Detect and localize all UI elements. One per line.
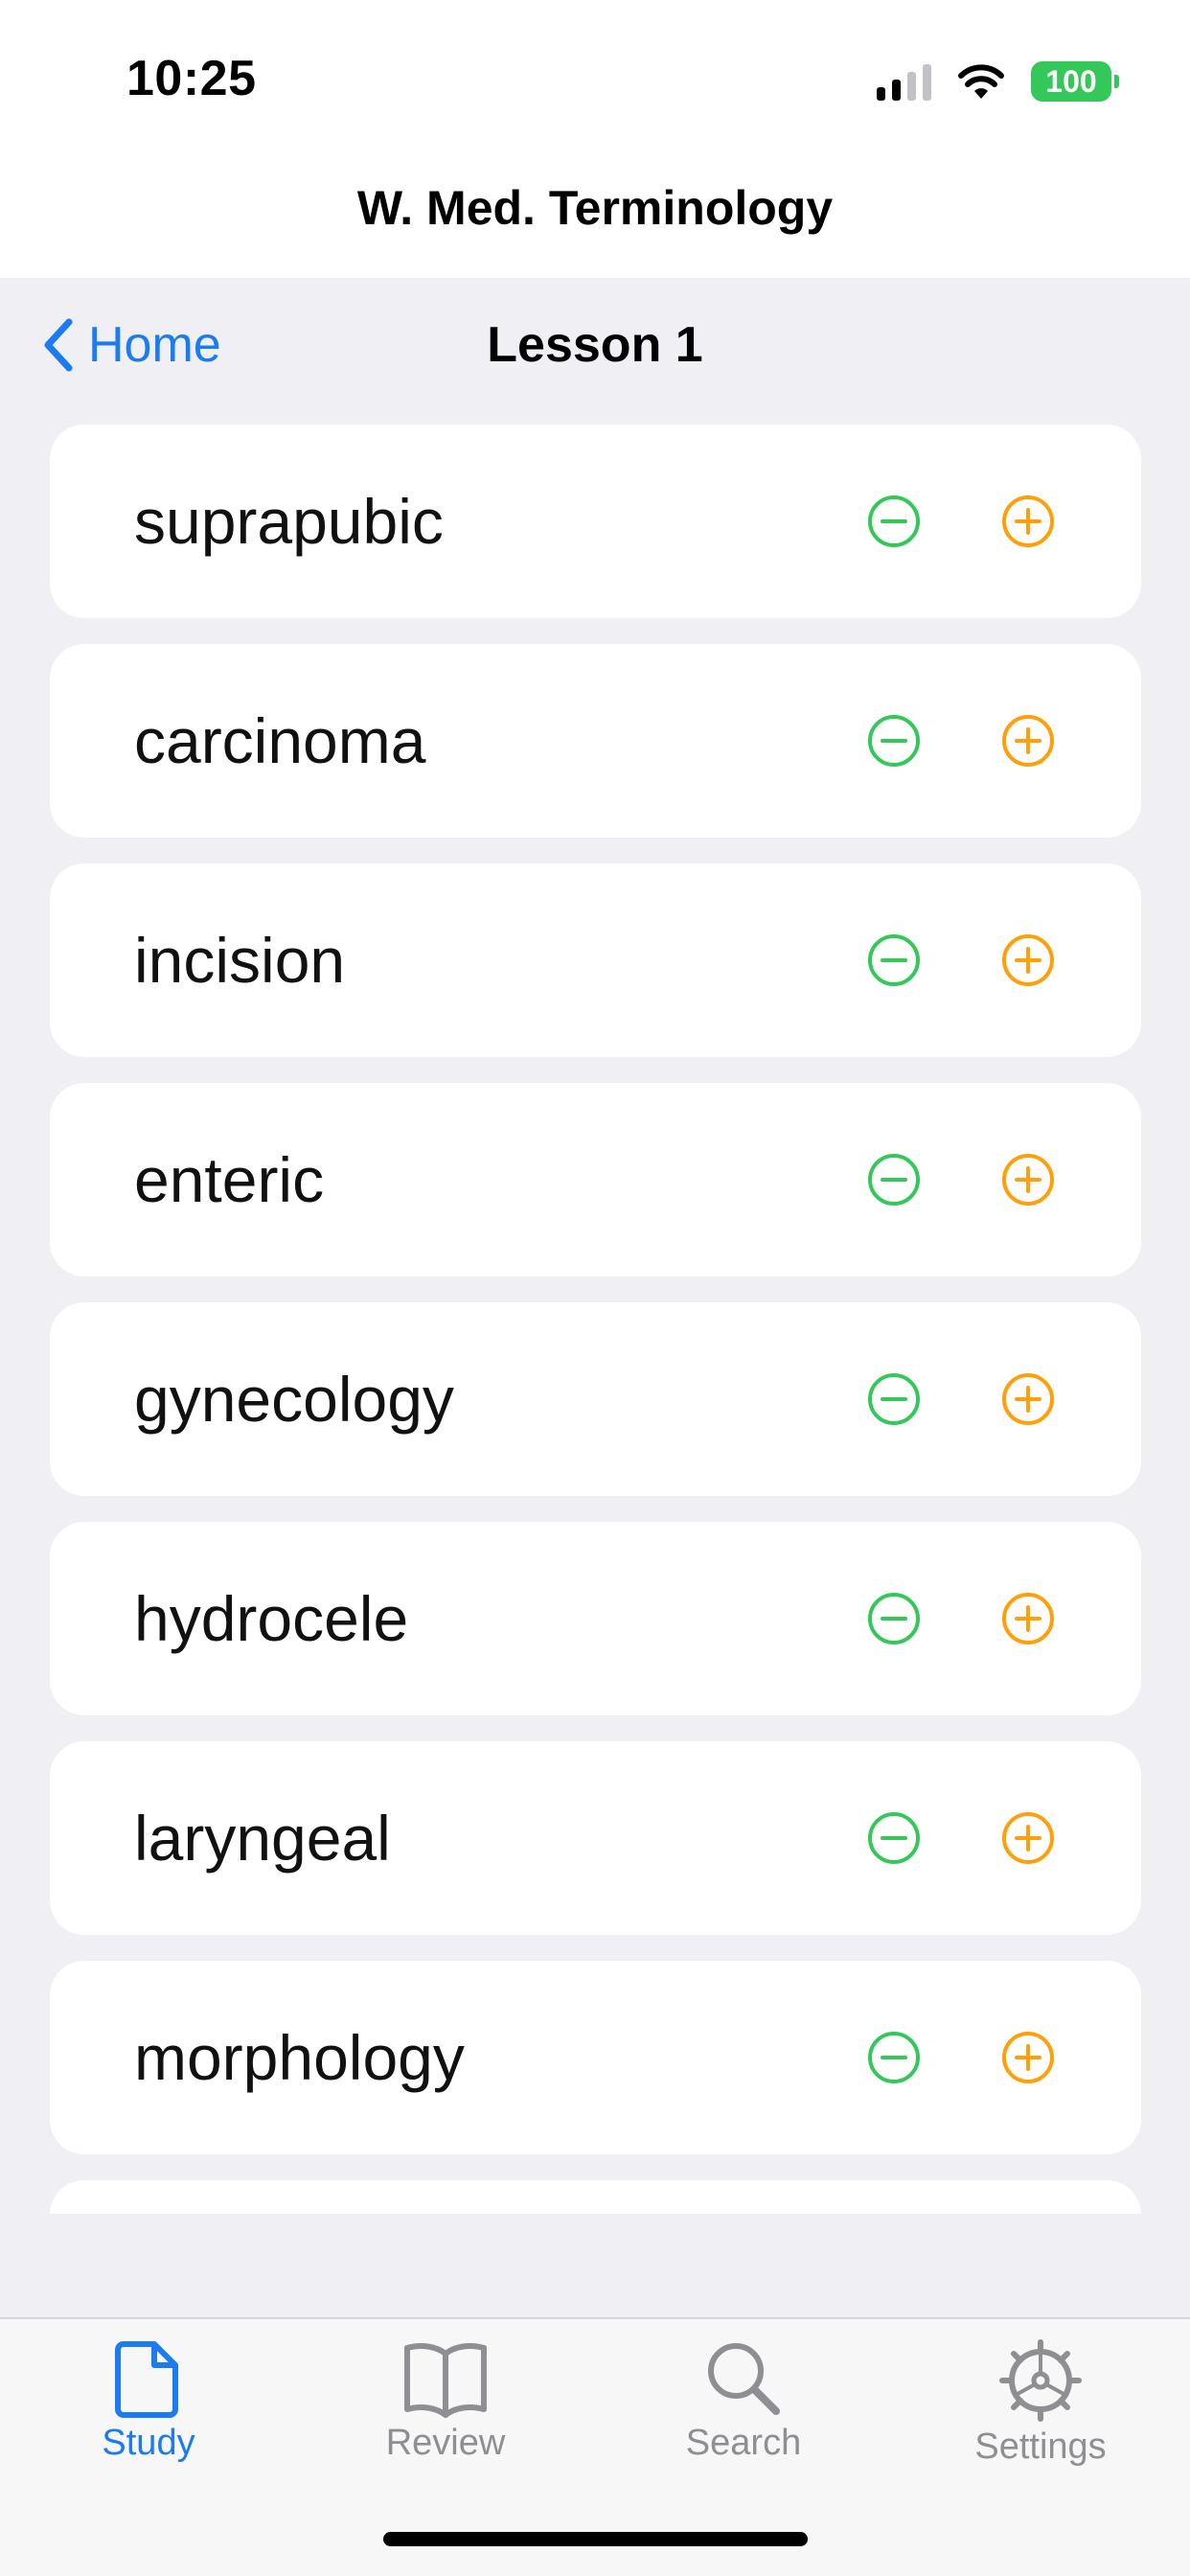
- plus-circle-icon[interactable]: [1001, 1153, 1055, 1207]
- gear-icon: [999, 2339, 1082, 2422]
- tab-settings[interactable]: Settings: [945, 2338, 1136, 2482]
- minus-circle-icon[interactable]: [867, 2031, 921, 2084]
- minus-circle-icon[interactable]: [867, 494, 921, 548]
- plus-circle-icon[interactable]: [1001, 1811, 1055, 1865]
- list-item[interactable]: enteric: [50, 1083, 1141, 1276]
- term-label: morphology: [134, 2022, 465, 2093]
- tab-study[interactable]: Study: [53, 2338, 244, 2482]
- tab-label: Settings: [974, 2426, 1107, 2467]
- battery-icon: 100: [1031, 61, 1119, 102]
- minus-circle-icon[interactable]: [867, 933, 921, 987]
- minus-circle-icon[interactable]: [867, 1153, 921, 1207]
- plus-circle-icon[interactable]: [1001, 714, 1055, 768]
- tab-label: Search: [685, 2423, 802, 2463]
- app-title: W. Med. Terminology: [356, 181, 834, 235]
- term-label: hydrocele: [134, 1583, 409, 1654]
- term-label: incision: [134, 925, 346, 996]
- tab-bar: Study Review Search Settings: [0, 2317, 1190, 2576]
- tab-label: Study: [102, 2423, 195, 2463]
- minus-circle-icon[interactable]: [867, 1811, 921, 1865]
- book-icon: [404, 2343, 487, 2418]
- term-label: gynecology: [134, 1364, 454, 1435]
- minus-circle-icon[interactable]: [867, 1372, 921, 1426]
- plus-circle-icon[interactable]: [1001, 933, 1055, 987]
- list-item-partial[interactable]: [50, 2180, 1141, 2214]
- plus-circle-icon[interactable]: [1001, 494, 1055, 548]
- list-item[interactable]: hydrocele: [50, 1522, 1141, 1715]
- battery-level: 100: [1045, 63, 1097, 99]
- list-item[interactable]: gynecology: [50, 1302, 1141, 1496]
- list-item[interactable]: laryngeal: [50, 1741, 1141, 1935]
- cellular-signal-icon: [877, 62, 931, 101]
- plus-circle-icon[interactable]: [1001, 2031, 1055, 2084]
- term-label: enteric: [134, 1144, 325, 1215]
- back-button-label: Home: [88, 317, 221, 373]
- term-list[interactable]: suprapubic carcinoma incision enteric gy…: [50, 425, 1141, 2214]
- minus-circle-icon[interactable]: [867, 1592, 921, 1645]
- magnifier-icon: [708, 2343, 780, 2415]
- wifi-icon: [958, 64, 1004, 99]
- minus-circle-icon[interactable]: [867, 714, 921, 768]
- list-item[interactable]: incision: [50, 863, 1141, 1057]
- list-item[interactable]: carcinoma: [50, 644, 1141, 838]
- back-button[interactable]: Home: [38, 316, 221, 374]
- tab-label: Review: [385, 2423, 506, 2463]
- status-indicators: 100: [877, 58, 1119, 105]
- home-indicator[interactable]: [383, 2532, 808, 2546]
- tab-search[interactable]: Search: [648, 2338, 839, 2482]
- plus-circle-icon[interactable]: [1001, 1372, 1055, 1426]
- status-time: 10:25: [126, 51, 257, 106]
- list-item[interactable]: morphology: [50, 1961, 1141, 2154]
- term-label: suprapubic: [134, 486, 444, 557]
- term-label: carcinoma: [134, 705, 426, 776]
- plus-circle-icon[interactable]: [1001, 1592, 1055, 1645]
- chevron-left-icon: [44, 318, 73, 372]
- header-area: 10:25 100 W. Med. Terminology: [0, 0, 1190, 278]
- document-icon: [115, 2341, 178, 2418]
- term-label: laryngeal: [134, 1803, 391, 1874]
- list-item[interactable]: suprapubic: [50, 425, 1141, 618]
- tab-review[interactable]: Review: [350, 2338, 541, 2482]
